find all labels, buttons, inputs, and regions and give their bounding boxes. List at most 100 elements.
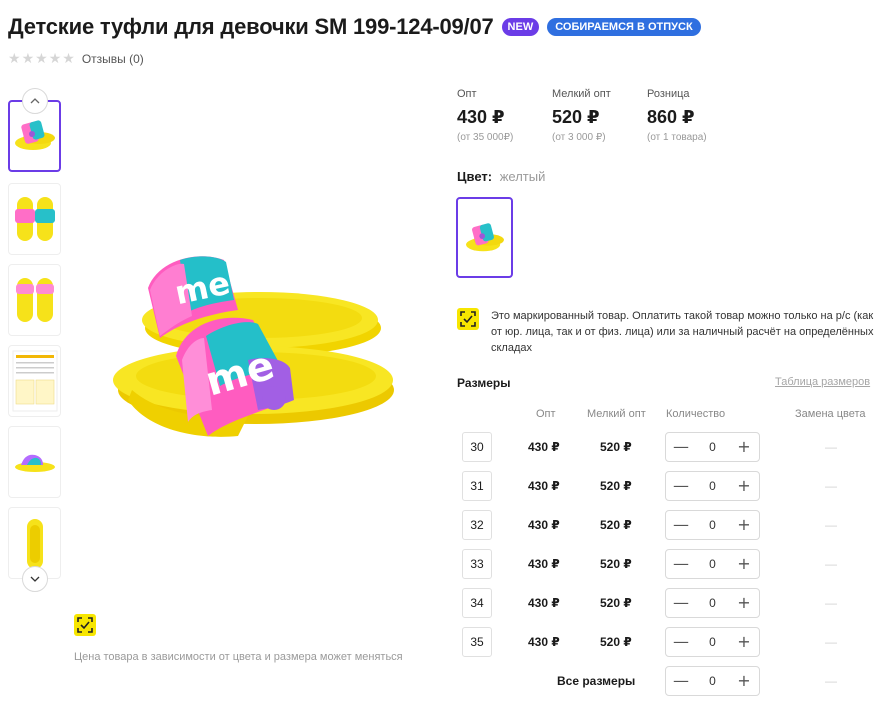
color-change-dash: — xyxy=(825,557,837,571)
decrease-button[interactable]: — xyxy=(672,477,690,495)
size-row: 32 430 ₽ 520 ₽ — 0 + — xyxy=(0,510,885,540)
quantity-stepper: — 0 + xyxy=(665,549,760,579)
decrease-button[interactable]: — xyxy=(672,438,690,456)
quantity-stepper: — 0 + xyxy=(665,510,760,540)
reviews-link[interactable]: Отзывы (0) xyxy=(82,52,144,66)
badge-new[interactable]: NEW xyxy=(501,18,540,36)
price-condition: (от 3 000 ₽) xyxy=(552,132,606,143)
price-label: Опт xyxy=(457,88,477,100)
title-row: Детские туфли для девочки SM 199-124-09/… xyxy=(8,14,701,40)
small-wholesale-price: 520 ₽ xyxy=(600,557,632,571)
opt-price: 430 ₽ xyxy=(528,479,560,493)
badge-vacation[interactable]: СОБИРАЕМСЯ В ОТПУСК xyxy=(547,18,701,36)
thumbnail-4[interactable] xyxy=(8,345,61,417)
increase-button[interactable]: + xyxy=(735,438,753,456)
star-icon: ★ xyxy=(35,51,48,67)
quantity-value[interactable]: 0 xyxy=(709,674,716,688)
size-row: 33 430 ₽ 520 ₽ — 0 + — xyxy=(0,549,885,579)
color-value: желтый xyxy=(499,169,546,184)
datamatrix-icon xyxy=(457,308,479,330)
color-change-dash: — xyxy=(825,479,837,493)
star-icon: ★ xyxy=(62,51,75,67)
increase-button[interactable]: + xyxy=(735,555,753,573)
quantity-value[interactable]: 0 xyxy=(709,518,716,532)
color-label: Цвет: xyxy=(457,169,493,184)
thumbnails-down-button[interactable] xyxy=(22,566,48,592)
decrease-button[interactable]: — xyxy=(672,555,690,573)
rating-row: ★ ★ ★ ★ ★ Отзывы (0) xyxy=(8,51,144,67)
small-wholesale-price: 520 ₽ xyxy=(600,440,632,454)
color-swatch-yellow[interactable] xyxy=(456,197,513,278)
quantity-value[interactable]: 0 xyxy=(709,596,716,610)
quantity-stepper: — 0 + xyxy=(665,627,760,657)
decrease-button[interactable]: — xyxy=(672,633,690,651)
all-sizes-row: Все размеры — 0 + — xyxy=(0,666,885,696)
star-icon: ★ xyxy=(48,51,62,67)
size-label: 34 xyxy=(462,588,492,618)
sandal-thumbnail-image xyxy=(15,278,54,322)
chevron-up-icon xyxy=(30,98,40,104)
color-change-dash: — xyxy=(825,674,837,688)
color-change-dash: — xyxy=(825,440,837,454)
size-row: 35 430 ₽ 520 ₽ — 0 + — xyxy=(0,627,885,657)
price-value: 860 ₽ xyxy=(647,107,695,127)
sandal-thumbnail-image xyxy=(14,120,55,150)
size-table-link[interactable]: Таблица размеров xyxy=(775,376,870,388)
column-header-opt: Опт xyxy=(536,408,556,420)
thumbnail-3[interactable] xyxy=(8,264,61,336)
quantity-stepper: — 0 + xyxy=(665,471,760,501)
opt-price: 430 ₽ xyxy=(528,440,560,454)
quantity-value[interactable]: 0 xyxy=(709,440,716,454)
all-sizes-label: Все размеры xyxy=(557,674,636,688)
marking-text: Это маркированный товар. Оплатить такой … xyxy=(491,310,874,354)
price-value: 430 ₽ xyxy=(457,107,505,127)
quantity-value[interactable]: 0 xyxy=(709,557,716,571)
decrease-button[interactable]: — xyxy=(672,594,690,612)
small-wholesale-price: 520 ₽ xyxy=(600,479,632,493)
thumbnail-2[interactable] xyxy=(8,183,61,255)
thumbnails-up-button[interactable] xyxy=(22,88,48,114)
increase-button[interactable]: + xyxy=(735,594,753,612)
sandal-thumbnail-image xyxy=(14,197,55,241)
size-row: 31 430 ₽ 520 ₽ — 0 + — xyxy=(0,471,885,501)
small-wholesale-price: 520 ₽ xyxy=(600,518,632,532)
price-label: Мелкий опт xyxy=(552,88,611,100)
size-row: 34 430 ₽ 520 ₽ — 0 + — xyxy=(0,588,885,618)
decrease-button[interactable]: — xyxy=(672,672,690,690)
quantity-stepper: — 0 + xyxy=(665,666,760,696)
size-label: 33 xyxy=(462,549,492,579)
product-title: Детские туфли для девочки SM 199-124-09/… xyxy=(8,14,494,39)
increase-button[interactable]: + xyxy=(735,672,753,690)
price-tier-small-wholesale: Мелкий опт 520 ₽ (от 3 000 ₽) xyxy=(552,88,647,143)
quantity-stepper: — 0 + xyxy=(665,432,760,462)
increase-button[interactable]: + xyxy=(735,477,753,495)
sandal-swatch-image xyxy=(465,222,504,251)
increase-button[interactable]: + xyxy=(735,633,753,651)
decrease-button[interactable]: — xyxy=(672,516,690,534)
opt-price: 430 ₽ xyxy=(528,518,560,532)
sizes-title: Размеры xyxy=(457,376,511,390)
quantity-stepper: — 0 + xyxy=(665,588,760,618)
price-label: Розница xyxy=(647,88,690,100)
increase-button[interactable]: + xyxy=(735,516,753,534)
price-value: 520 ₽ xyxy=(552,107,600,127)
size-label: 31 xyxy=(462,471,492,501)
opt-price: 430 ₽ xyxy=(528,596,560,610)
price-condition: (от 35 000₽) xyxy=(457,132,514,143)
color-change-dash: — xyxy=(825,518,837,532)
product-main-image: me me xyxy=(113,256,394,437)
opt-price: 430 ₽ xyxy=(528,635,560,649)
rating-stars: ★ ★ ★ ★ ★ xyxy=(8,51,75,67)
quantity-value[interactable]: 0 xyxy=(709,479,716,493)
column-header-small-wholesale: Мелкий опт xyxy=(587,408,646,420)
price-condition: (от 1 товара) xyxy=(647,132,707,143)
color-row: Цвет: желтый xyxy=(457,169,545,184)
price-tiers: Опт 430 ₽ (от 35 000₽) Мелкий опт 520 ₽ … xyxy=(457,88,737,143)
color-change-dash: — xyxy=(825,596,837,610)
size-chart-thumbnail-image xyxy=(12,350,57,412)
size-label: 35 xyxy=(462,627,492,657)
marking-info: Это маркированный товар. Оплатить такой … xyxy=(457,308,877,356)
chevron-down-icon xyxy=(30,576,40,582)
quantity-value[interactable]: 0 xyxy=(709,635,716,649)
price-tier-retail: Розница 860 ₽ (от 1 товара) xyxy=(647,88,737,143)
